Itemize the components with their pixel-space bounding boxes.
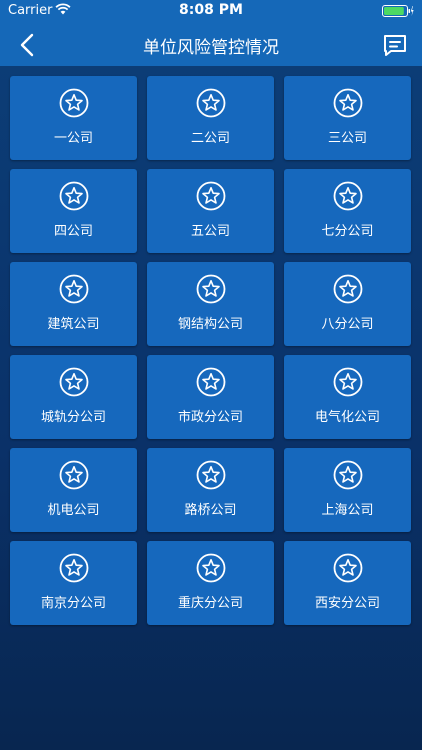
star-circle-icon — [59, 553, 89, 583]
company-tile[interactable]: 二公司 — [147, 76, 274, 160]
company-tile[interactable]: 钢结构公司 — [147, 262, 274, 346]
company-label: 市政分公司 — [177, 410, 243, 425]
company-label: 八分公司 — [321, 317, 374, 332]
company-label: 建筑公司 — [47, 317, 100, 332]
company-label: 电气化公司 — [314, 410, 380, 425]
company-tile[interactable]: 建筑公司 — [10, 262, 137, 346]
battery-icon — [382, 5, 414, 17]
company-tile[interactable]: 城轨分公司 — [10, 355, 137, 439]
company-label: 一公司 — [53, 131, 93, 146]
company-label: 上海公司 — [321, 503, 374, 518]
company-tile[interactable]: 八分公司 — [284, 262, 411, 346]
company-tile[interactable]: 电气化公司 — [284, 355, 411, 439]
status-bar: Carrier 8:08 PM — [0, 0, 422, 22]
company-label: 南京分公司 — [40, 596, 106, 611]
star-circle-icon — [333, 274, 363, 304]
company-tile[interactable]: 五公司 — [147, 169, 274, 253]
star-circle-icon — [196, 367, 226, 397]
star-circle-icon — [59, 88, 89, 118]
company-label: 二公司 — [190, 131, 230, 146]
star-circle-icon — [196, 460, 226, 490]
nav-bar: 单位风险管控情况 — [0, 22, 422, 66]
company-tile[interactable]: 上海公司 — [284, 448, 411, 532]
company-tile[interactable]: 南京分公司 — [10, 541, 137, 625]
star-circle-icon — [196, 553, 226, 583]
company-label: 七分公司 — [321, 224, 374, 239]
company-tile[interactable]: 七分公司 — [284, 169, 411, 253]
company-tile[interactable]: 三公司 — [284, 76, 411, 160]
status-time: 8:08 PM — [179, 2, 243, 18]
star-circle-icon — [59, 274, 89, 304]
company-label: 四公司 — [53, 224, 93, 239]
star-circle-icon — [333, 460, 363, 490]
company-label: 五公司 — [190, 224, 230, 239]
company-tile[interactable]: 重庆分公司 — [147, 541, 274, 625]
star-circle-icon — [196, 274, 226, 304]
company-tile[interactable]: 一公司 — [10, 76, 137, 160]
page-title: 单位风险管控情况 — [143, 38, 279, 58]
company-label: 钢结构公司 — [177, 317, 243, 332]
company-label: 重庆分公司 — [177, 596, 243, 611]
star-circle-icon — [333, 88, 363, 118]
company-tile[interactable]: 西安分公司 — [284, 541, 411, 625]
company-tile[interactable]: 市政分公司 — [147, 355, 274, 439]
message-button[interactable] — [382, 32, 408, 58]
company-label: 城轨分公司 — [40, 410, 106, 425]
star-circle-icon — [196, 88, 226, 118]
header: Carrier 8:08 PM 单位风险管控情况 — [0, 0, 422, 66]
company-tile[interactable]: 机电公司 — [10, 448, 137, 532]
star-circle-icon — [333, 367, 363, 397]
star-circle-icon — [333, 553, 363, 583]
company-tile[interactable]: 四公司 — [10, 169, 137, 253]
star-circle-icon — [333, 181, 363, 211]
company-tile[interactable]: 路桥公司 — [147, 448, 274, 532]
star-circle-icon — [59, 181, 89, 211]
message-icon — [384, 35, 406, 56]
star-circle-icon — [59, 367, 89, 397]
company-label: 三公司 — [327, 131, 367, 146]
star-circle-icon — [59, 460, 89, 490]
company-grid: 一公司 二公司 三公司四公司 五公司 七分公司建筑公司 钢结构公司 八分公司城轨分公司 市政分… — [10, 76, 411, 625]
company-label: 西安分公司 — [314, 596, 380, 611]
star-circle-icon — [196, 181, 226, 211]
company-label: 机电公司 — [47, 503, 100, 518]
company-label: 路桥公司 — [184, 503, 237, 518]
